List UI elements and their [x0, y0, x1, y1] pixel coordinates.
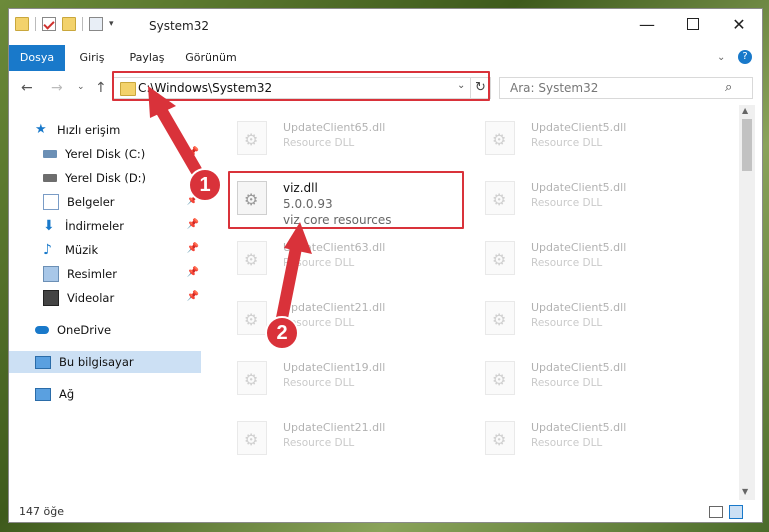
step-badge-2: 2: [265, 316, 299, 350]
step-badge-1: 1: [188, 168, 222, 202]
arrow-head: [284, 222, 312, 254]
arrow-to-address-bar: [154, 102, 202, 176]
arrow-to-file: [276, 242, 302, 324]
annotation-arrows: [148, 86, 312, 324]
